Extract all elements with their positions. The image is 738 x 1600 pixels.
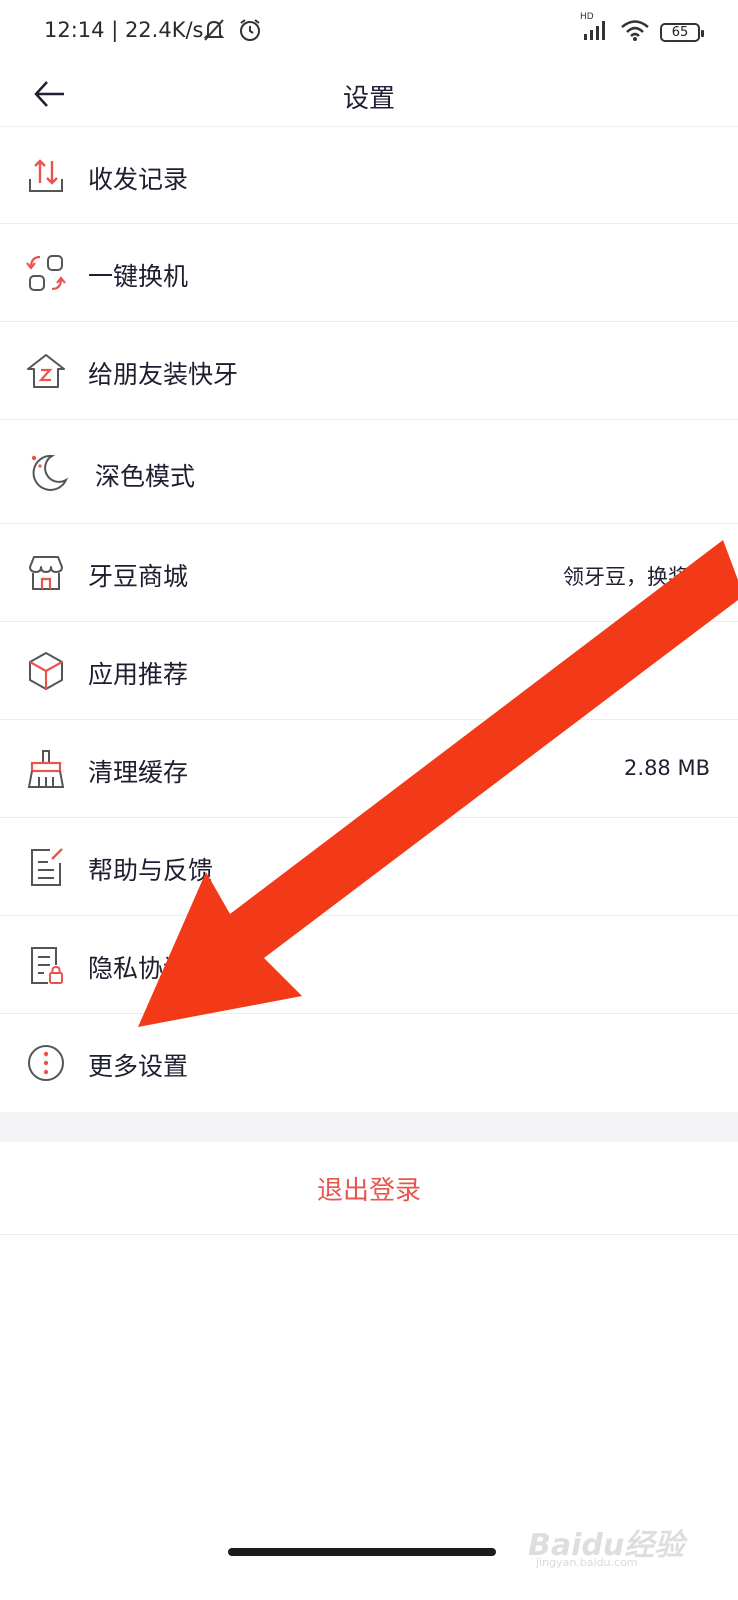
row-label: 更多设置 xyxy=(88,1052,189,1081)
watermark-url: jingyan.baidu.com xyxy=(536,1556,638,1569)
logout-label: 退出登录 xyxy=(316,1176,421,1206)
setting-row-help-feedback[interactable]: 帮助与反馈 xyxy=(0,818,738,916)
phone-switch-icon xyxy=(26,255,66,291)
wifi-icon xyxy=(620,18,650,46)
moon-icon xyxy=(31,454,69,491)
status-time: 12:14 | 22.4K/s xyxy=(44,18,204,42)
mute-bell-icon xyxy=(200,16,228,48)
broom-icon xyxy=(27,750,65,788)
setting-row-privacy-policy[interactable]: 隐私协议 xyxy=(0,916,738,1014)
cache-size-value: 2.88 MB xyxy=(624,756,710,780)
home-indicator[interactable] xyxy=(228,1548,496,1556)
logout-button[interactable]: 退出登录 xyxy=(0,1142,738,1235)
setting-row-store[interactable]: 牙豆商城 领牙豆，换奖品 xyxy=(0,524,738,622)
row-label: 收发记录 xyxy=(88,165,189,194)
feedback-doc-icon xyxy=(31,848,63,886)
setting-row-install-for-friend[interactable]: 给朋友装快牙 xyxy=(0,322,738,420)
setting-row-more-settings[interactable]: 更多设置 xyxy=(0,1014,738,1112)
setting-row-clear-cache[interactable]: 清理缓存 2.88 MB xyxy=(0,720,738,818)
transfer-record-icon xyxy=(29,159,63,192)
setting-row-transfer-record[interactable]: 收发记录 xyxy=(0,127,738,224)
signal-icon: HD xyxy=(580,12,610,46)
battery-indicator: 65 xyxy=(660,22,704,42)
store-icon xyxy=(29,556,63,590)
privacy-lock-doc-icon xyxy=(31,947,63,984)
row-label: 清理缓存 xyxy=(88,758,189,787)
row-label: 帮助与反馈 xyxy=(88,856,214,885)
section-divider xyxy=(0,1112,738,1142)
row-label: 给朋友装快牙 xyxy=(88,360,239,389)
row-value: 领牙豆，换奖品 xyxy=(563,565,710,589)
setting-row-dark-mode[interactable]: 深色模式 xyxy=(0,420,738,524)
status-bar: 12:14 | 22.4K/s HD 65 xyxy=(0,0,738,62)
install-for-friend-icon xyxy=(27,354,65,388)
cube-icon xyxy=(29,652,63,690)
setting-row-app-recommend[interactable]: 应用推荐 xyxy=(0,622,738,720)
row-label: 隐私协议 xyxy=(88,954,189,983)
more-dots-icon xyxy=(28,1045,64,1081)
network-type-label: HD xyxy=(580,12,594,22)
row-label: 深色模式 xyxy=(95,462,196,491)
page-title: 设置 xyxy=(342,84,395,114)
row-label: 应用推荐 xyxy=(88,660,189,689)
setting-row-phone-switch[interactable]: 一键换机 xyxy=(0,224,738,322)
alarm-clock-icon xyxy=(236,16,264,48)
row-label: 一键换机 xyxy=(88,262,189,291)
row-label: 牙豆商城 xyxy=(88,562,189,591)
watermark: Baidu经验 jingyan.baidu.com xyxy=(528,1512,688,1572)
top-app-bar: 设置 xyxy=(0,62,738,127)
